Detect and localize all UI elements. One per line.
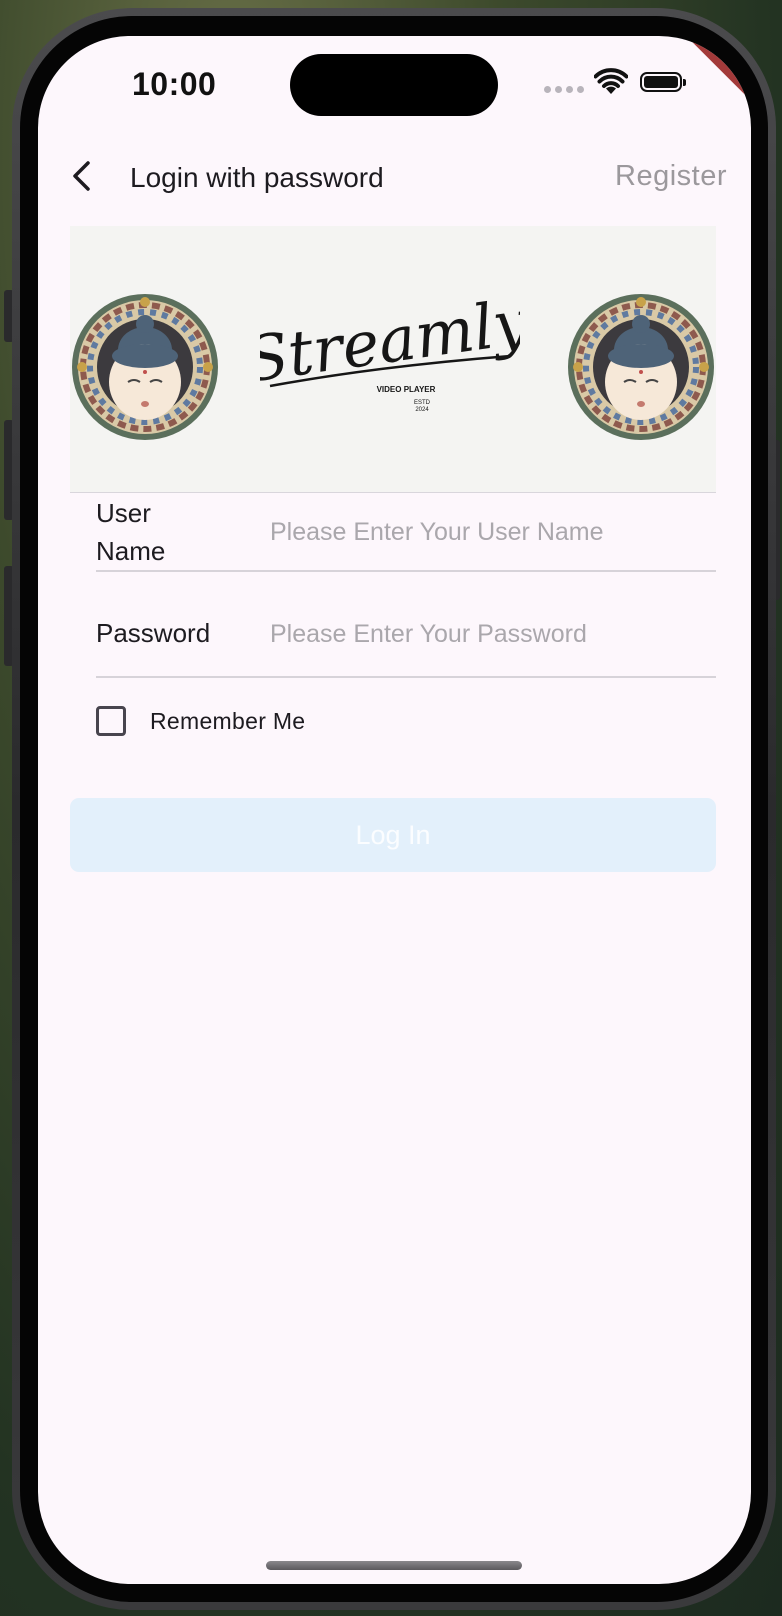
username-input[interactable] [270,514,716,550]
password-label: Password [96,618,211,648]
app-screen: 10:00 DEBUG Login with password Register [38,36,751,1584]
status-time: 10:00 [132,66,217,102]
battery-icon [640,72,686,92]
logo-estd: ESTD [414,400,431,406]
password-input[interactable] [270,616,716,652]
register-button[interactable]: Register [615,160,727,193]
buddha-medallion-right [568,294,714,440]
back-arrow-icon[interactable] [66,158,100,194]
logo-subtitle: VIDEO PLAYER [377,385,436,394]
dynamic-island [290,54,498,116]
username-field-row: User Name [96,492,716,572]
app-bar: Login with password Register [38,144,751,208]
username-label: User Name [96,498,166,566]
remember-me-checkbox[interactable] [96,706,126,736]
header-banner-image: Streamly VIDEO PLAYER ESTD 2024 [70,226,716,493]
remember-me-label: Remember Me [150,708,306,734]
streamly-logo: Streamly VIDEO PLAYER ESTD 2024 [260,296,520,413]
home-indicator [266,1561,522,1570]
page-title: Login with password [130,162,384,193]
password-field-row: Password [96,588,716,678]
login-button[interactable]: Log In [70,798,716,872]
logo-year: 2024 [415,407,429,413]
cellular-signal-icon [544,86,584,93]
wifi-icon [594,68,628,94]
buddha-medallion-left [72,294,218,440]
